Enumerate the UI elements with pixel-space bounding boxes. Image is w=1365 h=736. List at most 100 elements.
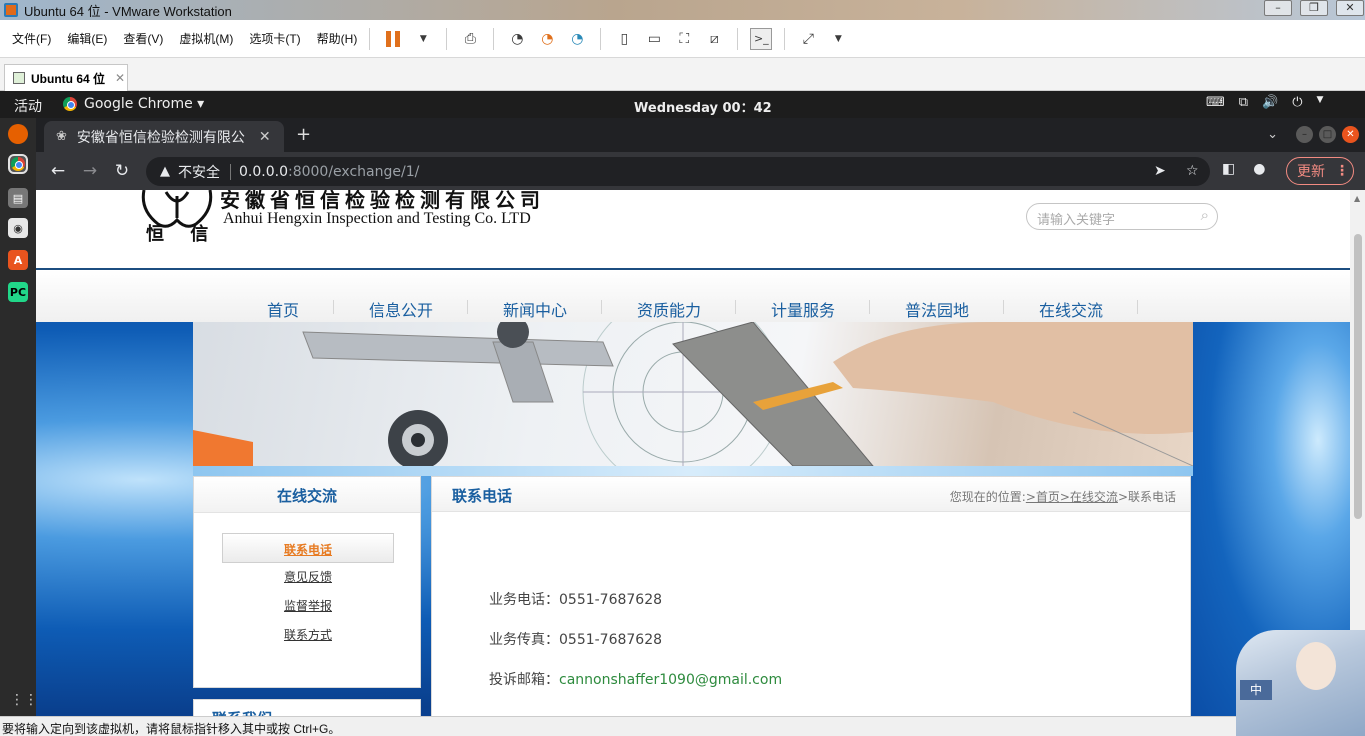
menu-vm[interactable]: 虚拟机(M) <box>179 30 233 47</box>
nav-divider <box>1003 300 1004 314</box>
vmware-title-bar: Ubuntu 64 位 - VMware Workstation – ❐ ✕ <box>0 0 1365 20</box>
close-icon[interactable]: ✕ <box>115 71 125 85</box>
fullscreen-icon[interactable]: ⤢ <box>797 28 819 50</box>
search-icon[interactable]: ⌕ <box>1201 206 1209 224</box>
sidebar-item-report[interactable]: 监督举报 <box>222 590 394 620</box>
tab-ubuntu-vm[interactable]: Ubuntu 64 位 ✕ <box>4 64 128 91</box>
files-icon[interactable]: ▤ <box>8 188 28 208</box>
library-view-icon[interactable]: ▯ <box>613 28 635 50</box>
firefox-icon[interactable] <box>8 124 28 144</box>
terminal-icon[interactable]: >_ <box>750 27 773 50</box>
maximize-button[interactable]: □ <box>1319 126 1336 143</box>
ubuntu-top-bar: 活动 Google Chrome ▾ Wednesday 00：42 ⌨ ⧉ 🔊… <box>0 91 1365 118</box>
menu-help[interactable]: 帮助(H) <box>317 30 358 47</box>
restore-button[interactable]: ❐ <box>1300 0 1328 16</box>
side-panel-icon[interactable]: ◧ <box>1222 161 1235 177</box>
nav-metrology[interactable]: 计量服务 <box>771 297 835 321</box>
app-menu-label: Google Chrome ▾ <box>84 96 205 112</box>
breadcrumb-section[interactable]: >在线交流 <box>1060 490 1118 504</box>
nav-online[interactable]: 在线交流 <box>1039 297 1103 321</box>
close-icon[interactable]: ✕ <box>259 129 271 145</box>
toolbar-separator <box>369 27 371 50</box>
search-placeholder: 请输入关键字 <box>1037 213 1116 228</box>
web-page: 恒 信 安徽省恒信检验检测有限公司 Anhui Hengxin Inspecti… <box>36 190 1350 716</box>
menu-file[interactable]: 文件(F) <box>12 30 51 47</box>
close-button[interactable]: ✕ <box>1336 0 1364 16</box>
snapshot-icon[interactable]: ◔ <box>506 28 528 50</box>
close-button[interactable]: ✕ <box>1342 126 1359 143</box>
email-link[interactable]: cannonshaffer1090@gmail.com <box>559 672 782 688</box>
chevron-down-icon[interactable]: ▼ <box>412 28 434 50</box>
menu-edit[interactable]: 编辑(E) <box>67 30 107 47</box>
toolbar-separator <box>493 27 495 50</box>
nav-info[interactable]: 信息公开 <box>369 297 433 321</box>
forward-arrow-icon[interactable]: → <box>74 161 106 181</box>
sidebar-item-feedback[interactable]: 意见反馈 <box>222 561 394 591</box>
nav-qualification[interactable]: 资质能力 <box>637 297 701 321</box>
banner-image <box>193 322 1193 466</box>
minimize-button[interactable]: – <box>1264 0 1292 16</box>
clock[interactable]: Wednesday 00：42 <box>634 97 772 116</box>
system-tray[interactable]: ⌨ ⧉ 🔊 ⏻ ▼ <box>1206 95 1323 110</box>
vm-tab-label: Ubuntu 64 位 <box>31 71 105 86</box>
snapshot-manager-icon[interactable]: ◔ <box>566 28 588 50</box>
logo-glyphs: 恒 信 <box>146 224 219 245</box>
chrome-dock-icon[interactable] <box>8 154 28 174</box>
banner-underline <box>193 466 1193 476</box>
phone-label: 业务电话： <box>489 592 559 608</box>
minimize-button[interactable]: – <box>1296 126 1313 143</box>
profile-icon[interactable]: ● <box>1253 161 1265 177</box>
revert-snapshot-icon[interactable]: ◔ <box>536 28 558 50</box>
console-view-icon[interactable]: ▭ <box>643 28 665 50</box>
toolbar-separator <box>737 27 739 50</box>
security-label[interactable]: 不安全 <box>178 162 220 182</box>
address-bar[interactable]: ▲ 不安全 0.0.0.0:8000/exchange/1/ ➤ ☆ <box>146 157 1210 186</box>
sidebar-item-phone[interactable]: 联系电话 <box>222 533 394 563</box>
more-menu-icon[interactable]: ⋮ <box>1335 163 1349 179</box>
warning-icon[interactable]: ▲ <box>160 164 170 179</box>
rhythmbox-icon[interactable]: ◉ <box>8 218 28 238</box>
site-favicon-icon: ❀ <box>56 129 67 144</box>
site-search-input[interactable]: 请输入关键字 ⌕ <box>1026 203 1218 230</box>
pause-vm-button[interactable] <box>382 28 404 50</box>
url-text[interactable]: 0.0.0.0:8000/exchange/1/ <box>239 164 419 180</box>
toolbar-separator <box>446 27 448 50</box>
send-ctrl-alt-del-icon[interactable]: ⎙ <box>459 28 481 50</box>
tab-list-chevron-icon[interactable]: ⌄ <box>1267 127 1278 142</box>
nav-divider <box>333 300 334 314</box>
software-center-icon[interactable]: A <box>8 250 28 270</box>
update-button[interactable]: 更新 ⋮ <box>1286 157 1354 185</box>
contact-panel: 联系我们 <box>193 699 421 716</box>
star-icon[interactable]: ☆ <box>1186 163 1199 179</box>
sidebar-item-contact[interactable]: 联系方式 <box>222 619 394 649</box>
main-nav: 首页 信息公开 新闻中心 资质能力 计量服务 普法园地 在线交流 <box>36 270 1350 322</box>
scrollbar-thumb[interactable] <box>1354 234 1362 519</box>
back-arrow-icon[interactable]: ← <box>42 161 74 181</box>
content-header: 联系电话 您现在的位置:>首页>在线交流>联系电话 <box>432 477 1190 512</box>
send-icon[interactable]: ➤ <box>1154 163 1166 179</box>
activities-button[interactable]: 活动 <box>14 96 42 116</box>
desktop-mascot-image: 中 <box>1236 630 1365 736</box>
url-path: :8000/exchange/1/ <box>287 163 420 180</box>
chevron-down-icon[interactable]: ▼ <box>827 28 849 50</box>
keyboard-icon: ⌨ <box>1206 95 1225 110</box>
pycharm-icon[interactable]: PC <box>8 282 28 302</box>
browser-tab[interactable]: ❀ 安徽省恒信检验检测有限公 ✕ <box>44 121 284 152</box>
stretch-guest-icon[interactable]: ⧄ <box>703 28 725 50</box>
mascot-face <box>1296 642 1336 690</box>
toolbar-separator <box>784 27 786 50</box>
menu-view[interactable]: 查看(V) <box>123 30 163 47</box>
nav-law[interactable]: 普法园地 <box>905 297 969 321</box>
fit-guest-icon[interactable]: ⛶ <box>673 28 695 50</box>
nav-home[interactable]: 首页 <box>267 297 299 321</box>
reload-icon[interactable]: ↻ <box>106 161 138 181</box>
toolbar-extras: ◧ ● <box>1222 161 1265 177</box>
email-row: 投诉邮箱：cannonshaffer1090@gmail.com <box>489 669 782 689</box>
breadcrumb-home[interactable]: >首页 <box>1026 490 1060 504</box>
menu-tabs[interactable]: 选项卡(T) <box>249 30 300 47</box>
app-menu[interactable]: Google Chrome ▾ <box>63 96 204 112</box>
nav-news[interactable]: 新闻中心 <box>503 297 567 321</box>
new-tab-button[interactable]: + <box>296 124 311 145</box>
omnibox-divider <box>230 163 231 180</box>
scroll-up-icon[interactable]: ▲ <box>1354 194 1360 203</box>
